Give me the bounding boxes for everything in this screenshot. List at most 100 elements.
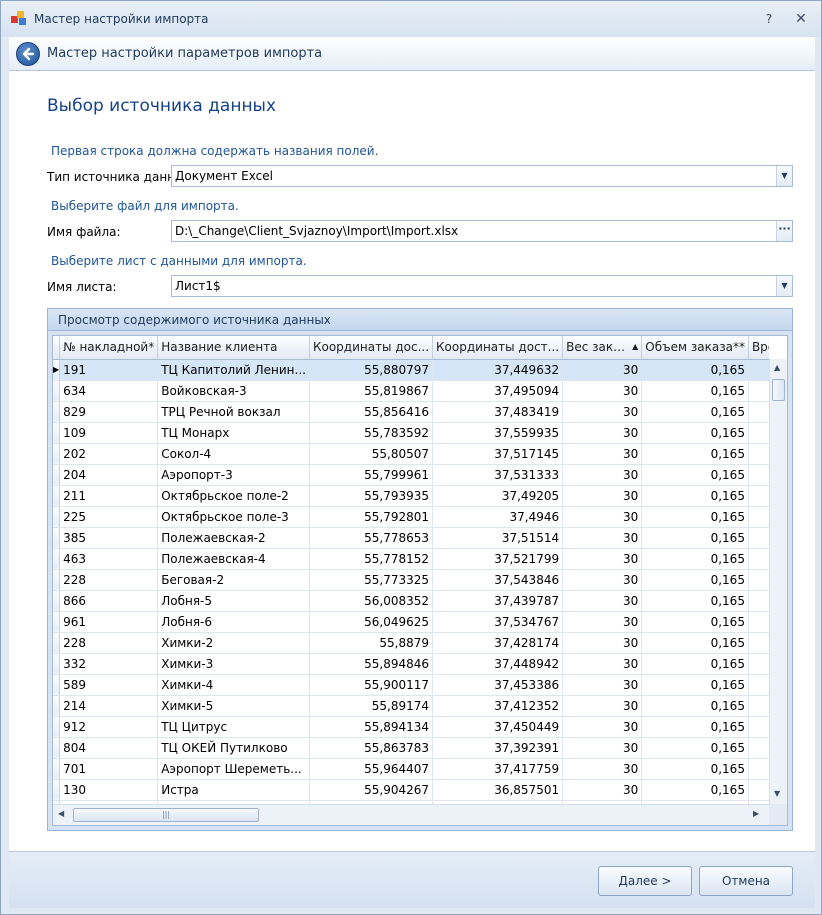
table-cell[interactable]: 214 (59, 695, 159, 717)
table-cell[interactable]: 55,863783 (309, 737, 434, 759)
table-cell[interactable]: 211 (59, 485, 159, 507)
table-cell[interactable]: 30 (562, 422, 643, 444)
table-cell[interactable]: 30 (562, 674, 643, 696)
table-cell[interactable]: 30 (562, 716, 643, 738)
table-cell[interactable]: 3 (748, 674, 769, 696)
table-row[interactable]: 211 Октябрьское поле-2 55,793935 37,49205 30… (53, 485, 769, 507)
chevron-down-icon[interactable]: ▼ (776, 166, 792, 186)
table-cell[interactable]: 3 (748, 569, 769, 591)
table-cell[interactable]: 55,89174 (309, 695, 434, 717)
table-cell[interactable]: 0,165 (641, 632, 749, 654)
table-cell[interactable]: 0,165 (641, 716, 749, 738)
table-cell[interactable]: Аэропорт Шереметь... (157, 758, 310, 780)
table-cell[interactable]: 3 (748, 485, 769, 507)
table-cell[interactable]: 3 (748, 653, 769, 675)
table-cell[interactable]: 30 (562, 485, 643, 507)
table-row[interactable]: 109ТЦ Монарх55,78359237,559935300,1653 (53, 422, 769, 444)
table-cell[interactable]: 228 (59, 632, 159, 654)
cancel-button[interactable]: Отмена (699, 866, 793, 896)
table-cell[interactable]: Лобня-6 (157, 611, 310, 633)
table-row[interactable]: 130Истра55,90426736,857501300,1653 (53, 779, 769, 801)
table-row[interactable]: 225 Октябрьское поле-3 55,792801 37,4946 30 0… (53, 506, 769, 528)
table-cell[interactable]: 37,428174 (432, 632, 564, 654)
table-cell[interactable]: 0,165 (641, 695, 749, 717)
column-header[interactable]: Время (748, 336, 769, 360)
table-cell[interactable]: 0,165 (641, 401, 749, 423)
table-cell[interactable]: 30 (562, 611, 643, 633)
table-cell[interactable]: 30 (562, 401, 643, 423)
table-row[interactable]: 228Химки-255,887937,428174300,1653 (53, 632, 769, 654)
table-cell[interactable]: 0,165 (641, 548, 749, 570)
table-cell[interactable]: 3 (748, 611, 769, 633)
table-cell[interactable]: 55,8879 (309, 632, 434, 654)
table-row[interactable]: ▶ 191 ТЦ Капитолий Ленин... 55,880797 37,449… (53, 359, 769, 381)
table-cell[interactable]: 3 (748, 695, 769, 717)
table-cell[interactable]: 866 (59, 590, 159, 612)
table-cell[interactable]: Химки-4 (157, 674, 310, 696)
table-cell[interactable]: 463 (59, 548, 159, 570)
table-cell[interactable]: Октябрьское поле-2 (157, 485, 310, 507)
table-cell[interactable]: 37,483419 (432, 401, 564, 423)
table-cell[interactable]: 0,165 (641, 674, 749, 696)
table-cell[interactable]: 3 (748, 779, 769, 801)
table-cell[interactable]: 30 (562, 506, 643, 528)
table-cell[interactable]: 30 (562, 380, 643, 402)
table-cell[interactable]: 55,819867 (309, 380, 434, 402)
table-cell[interactable]: 55,856416 (309, 401, 434, 423)
column-header[interactable]: Координаты дост... (432, 336, 564, 360)
table-cell[interactable]: 0,165 (641, 569, 749, 591)
table-cell[interactable]: 0,165 (641, 611, 749, 633)
table-cell[interactable]: 30 (562, 758, 643, 780)
table-cell[interactable]: 3 (748, 527, 769, 549)
table-cell[interactable]: 30 (562, 548, 643, 570)
table-cell[interactable]: 204 (59, 464, 159, 486)
table-cell[interactable]: 55,80507 (309, 443, 434, 465)
table-cell[interactable]: 55,773325 (309, 569, 434, 591)
table-cell[interactable]: 3 (748, 443, 769, 465)
table-row[interactable]: 332Химки-355,89484637,448942300,1653 (53, 653, 769, 675)
table-cell[interactable]: 829 (59, 401, 159, 423)
table-cell[interactable]: 0,165 (641, 485, 749, 507)
table-row[interactable]: 228Беговая-255,77332537,543846300,1653 (53, 569, 769, 591)
scroll-right-icon[interactable]: ▶ (753, 809, 759, 818)
table-cell[interactable]: 3 (748, 464, 769, 486)
table-cell[interactable]: ТЦ Цитрус (157, 716, 310, 738)
column-header[interactable]: ▲ Вес заказ... (562, 336, 643, 360)
table-row[interactable]: 804 ТЦ ОКЕЙ Путилково 55,863783 37,392391 30… (53, 737, 769, 759)
table-cell[interactable]: 0,165 (641, 443, 749, 465)
table-cell[interactable]: 30 (562, 590, 643, 612)
table-cell[interactable]: 37,450449 (432, 716, 564, 738)
back-button[interactable] (16, 42, 40, 66)
table-cell[interactable]: 385 (59, 527, 159, 549)
table-cell[interactable]: 37,4946 (432, 506, 564, 528)
table-row[interactable]: 634 Войковская-3 55,819867 37,495094 30 0,165… (53, 380, 769, 402)
table-cell[interactable]: 55,894846 (309, 653, 434, 675)
table-cell[interactable]: 3 (748, 359, 769, 381)
file-path-input[interactable]: D:\_Change\Client_Svjaznoy\Import\Import… (171, 220, 793, 242)
table-cell[interactable]: 3 (748, 632, 769, 654)
table-cell[interactable]: 30 (562, 653, 643, 675)
table-cell[interactable]: Полежаевская-2 (157, 527, 310, 549)
table-cell[interactable]: 0,165 (641, 506, 749, 528)
table-cell[interactable]: 3 (748, 422, 769, 444)
table-cell[interactable]: 3 (748, 737, 769, 759)
table-cell[interactable]: 37,521799 (432, 548, 564, 570)
vertical-scroll-thumb[interactable] (772, 379, 785, 401)
table-cell[interactable]: 332 (59, 653, 159, 675)
scroll-down-icon[interactable]: ▼ (774, 789, 780, 798)
horizontal-scrollbar[interactable]: ◀ ||| ▶ (53, 804, 769, 825)
table-cell[interactable]: 3 (748, 548, 769, 570)
table-cell[interactable]: 30 (562, 569, 643, 591)
table-cell[interactable]: 701 (59, 758, 159, 780)
table-cell[interactable]: Беговая-2 (157, 569, 310, 591)
table-cell[interactable]: 634 (59, 380, 159, 402)
table-cell[interactable]: 37,495094 (432, 380, 564, 402)
table-cell[interactable]: Полежаевская-4 (157, 548, 310, 570)
table-cell[interactable]: 0,165 (641, 380, 749, 402)
horizontal-scroll-thumb[interactable]: ||| (73, 808, 259, 822)
table-cell[interactable]: Лобня-5 (157, 590, 310, 612)
table-cell[interactable]: 37,559935 (432, 422, 564, 444)
table-cell[interactable]: 912 (59, 716, 159, 738)
table-cell[interactable]: 0,165 (641, 359, 749, 381)
table-cell[interactable]: 55,778152 (309, 548, 434, 570)
